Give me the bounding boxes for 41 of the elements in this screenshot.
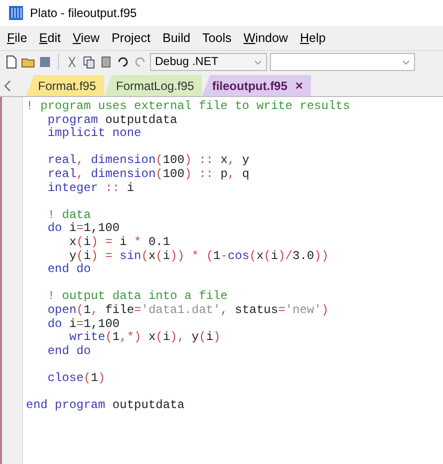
- window-title: Plato - fileoutput.f95: [30, 6, 137, 20]
- code-line: ! data: [46, 208, 92, 222]
- chevron-down-icon: [254, 60, 262, 64]
- code-line: end program outputdata: [26, 399, 186, 413]
- menu-item[interactable]: Tools: [197, 29, 236, 47]
- menu-item[interactable]: Build: [158, 29, 196, 47]
- code-line: x(i) = i * 0.1: [68, 236, 172, 250]
- save-icon[interactable]: [38, 55, 52, 69]
- code-line: end do: [46, 263, 92, 277]
- code-line: real, dimension(100) :: p, q: [46, 168, 250, 182]
- chevron-down-icon: [402, 60, 410, 64]
- menu-item[interactable]: Window: [238, 29, 293, 47]
- tab[interactable]: Format.f95: [26, 75, 104, 96]
- tab[interactable]: fileoutput.f95 ×: [202, 75, 311, 96]
- code-line: ! program uses external file to write results: [26, 100, 352, 114]
- code-line: do i=1,100: [46, 222, 121, 236]
- menu-item[interactable]: Edit: [34, 29, 66, 47]
- code-line: open(1, file='data1.dat', status='new'): [46, 304, 330, 318]
- tab[interactable]: FormatLog.f95: [104, 75, 202, 96]
- configuration-dropdown[interactable]: Debug .NET: [150, 53, 267, 71]
- menu-item[interactable]: Help: [294, 29, 331, 47]
- close-tab-button[interactable]: ×: [295, 78, 303, 93]
- code-line: close(1): [46, 372, 106, 386]
- scroll-left-icon[interactable]: [4, 80, 12, 92]
- code-line: program outputdata: [46, 114, 178, 127]
- code-line: real, dimension(100) :: x, y: [46, 154, 250, 168]
- menu-item[interactable]: File: [2, 29, 32, 47]
- code-line: do i=1,100: [46, 318, 121, 331]
- code-line: end do: [46, 344, 92, 358]
- code-line: integer :: i: [46, 182, 136, 196]
- undo-icon[interactable]: [116, 55, 130, 69]
- paste-icon[interactable]: [99, 55, 113, 69]
- menu-item[interactable]: Project: [106, 29, 156, 47]
- app-icon: [8, 5, 24, 21]
- code-line: ! output data into a file: [46, 290, 229, 304]
- menu-item[interactable]: View: [68, 29, 105, 47]
- code-line: write(1,*) x(i), y(i): [68, 331, 222, 345]
- code-line: implicit none: [46, 127, 142, 141]
- copy-icon[interactable]: [82, 55, 96, 69]
- new-file-icon[interactable]: [4, 55, 18, 69]
- code-line: y(i) = sin(x(i)) * (1-cos(x(i)/3.0)): [68, 250, 330, 263]
